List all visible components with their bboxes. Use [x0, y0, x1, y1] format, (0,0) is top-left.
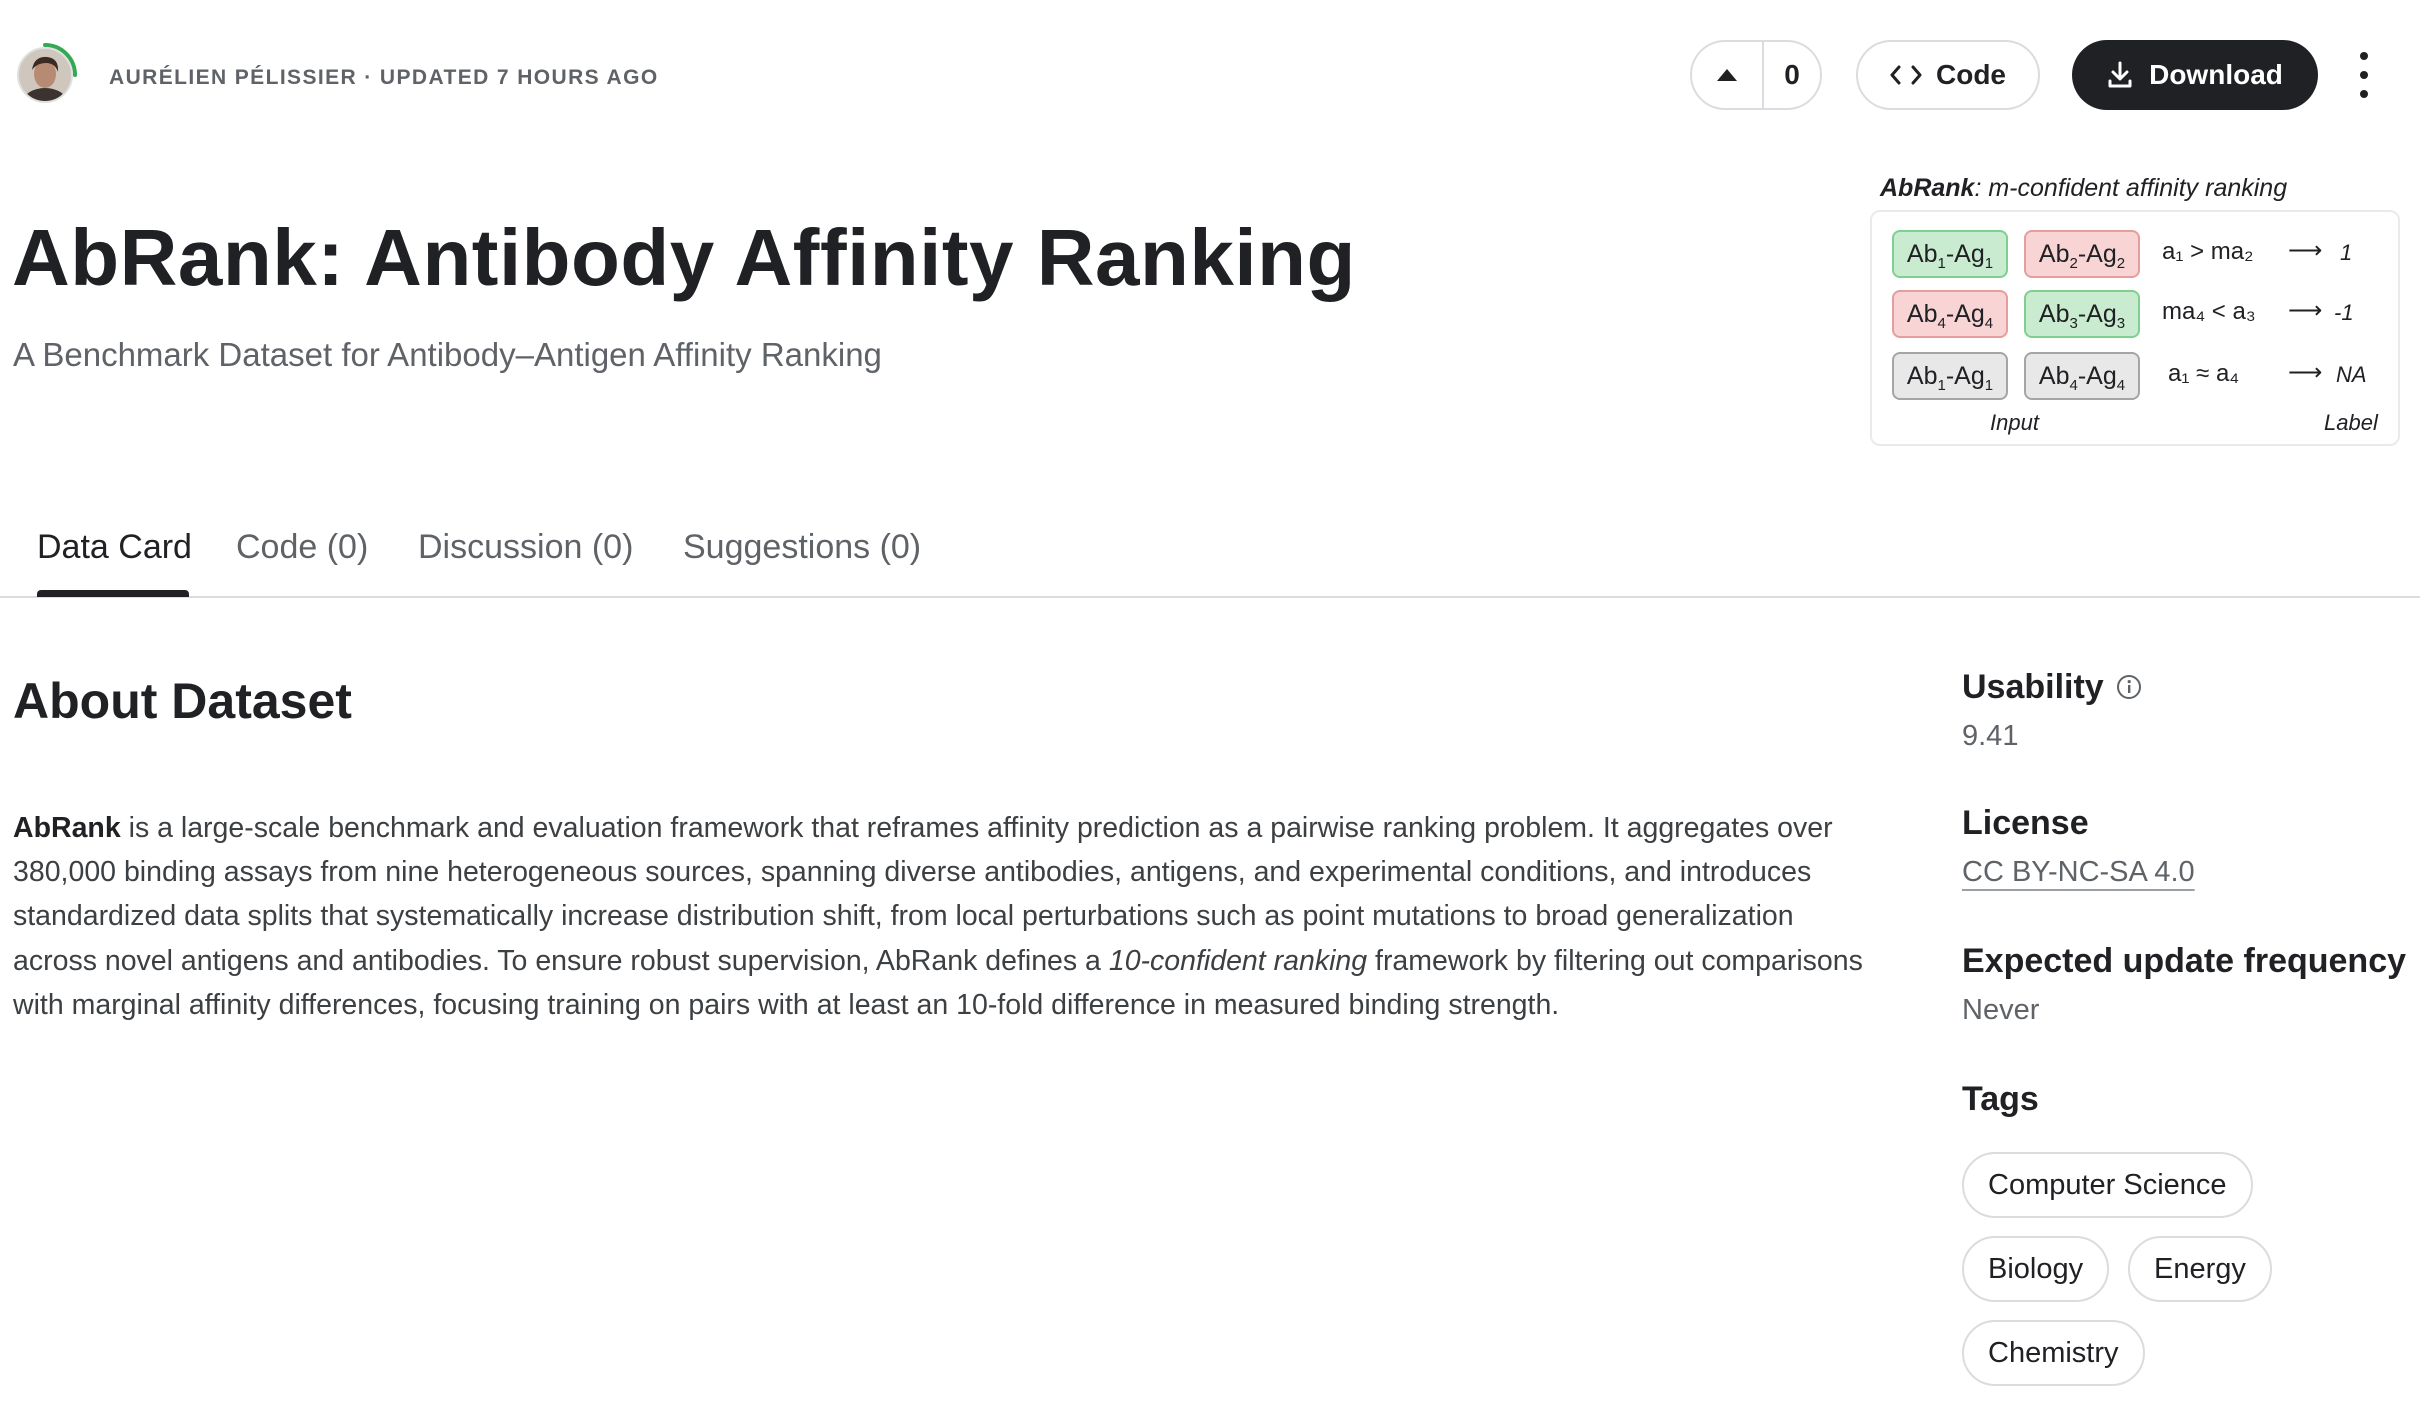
usability-heading: Usability	[1962, 668, 2104, 706]
figure-chip: Ab1-Ag1	[1892, 230, 2008, 278]
figure-caption-rest: : m-confident affinity ranking	[1974, 174, 2288, 202]
tag-chemistry[interactable]: Chemistry	[1962, 1320, 2145, 1386]
dataset-title: AbRank: Antibody Affinity Ranking	[12, 213, 1356, 302]
figure-relation: a₁ > ma₂	[2162, 238, 2254, 265]
code-button[interactable]: Code	[1856, 40, 2040, 110]
figure-row-label: -1	[2334, 300, 2354, 325]
more-options-icon[interactable]	[2348, 52, 2380, 98]
tag-energy[interactable]: Energy	[2128, 1236, 2272, 1302]
figure-chip: Ab2-Ag2	[2024, 230, 2140, 278]
upvote-button[interactable]	[1692, 42, 1764, 108]
active-tab-indicator	[37, 590, 189, 597]
figure-input-label: Input	[1990, 410, 2039, 435]
about-text-italic: 10-confident ranking	[1108, 944, 1368, 977]
about-dataset-name: AbRank	[13, 812, 121, 844]
vote-count: 0	[1784, 59, 1800, 90]
tag-biology[interactable]: Biology	[1962, 1236, 2110, 1302]
info-icon[interactable]	[2116, 674, 2142, 700]
figure-chip: Ab4-Ag4	[2024, 352, 2140, 400]
figure-caption-bold: AbRank	[1880, 174, 1975, 202]
figure-relation: ma₄ < a₃	[2162, 298, 2256, 325]
ranking-figure: Ab1-Ag1 Ab2-Ag2 a₁ > ma₂ ⟶ 1 Ab4-Ag4 Ab3…	[1870, 210, 2400, 446]
figure-label-label: Label	[2324, 410, 2378, 435]
figure-caption: AbRank: m-confident affinity ranking	[1880, 174, 2287, 203]
tab-code[interactable]: Code (0)	[236, 528, 368, 567]
author-update-line[interactable]: AURÉLIEN PÉLISSIER · UPDATED 7 HOURS AGO	[109, 66, 659, 90]
figure-chip: Ab3-Ag3	[2024, 290, 2140, 338]
license-heading: License	[1962, 804, 2089, 842]
download-button[interactable]: Download	[2072, 40, 2318, 110]
usability-score: 9.41	[1962, 720, 2019, 752]
license-link[interactable]: CC BY-NC-SA 4.0	[1962, 856, 2195, 889]
code-button-label: Code	[1936, 59, 2006, 90]
figure-chip: Ab4-Ag4	[1892, 290, 2008, 338]
code-brackets-icon	[1890, 65, 1922, 85]
download-button-label: Download	[2149, 59, 2283, 90]
tag-computer-science[interactable]: Computer Science	[1962, 1152, 2253, 1218]
tab-bar: Data Card Code (0) Discussion (0) Sugges…	[0, 520, 2420, 598]
about-description: AbRank is a large-scale benchmark and ev…	[13, 806, 1883, 1027]
arrow-right-icon: ⟶	[2288, 237, 2323, 264]
caret-up-icon	[1717, 69, 1737, 81]
update-frequency-heading: Expected update frequency	[1962, 942, 2407, 980]
figure-row-label: NA	[2336, 362, 2367, 387]
download-icon	[2108, 61, 2132, 88]
arrow-right-icon: ⟶	[2288, 297, 2323, 324]
dataset-subtitle: A Benchmark Dataset for Antibody–Antigen…	[13, 336, 882, 373]
tab-suggestions[interactable]: Suggestions (0)	[683, 528, 921, 567]
tab-discussion[interactable]: Discussion (0)	[418, 528, 633, 567]
about-heading: About Dataset	[13, 673, 352, 729]
tab-data-card[interactable]: Data Card	[37, 528, 192, 567]
arrow-right-icon: ⟶	[2288, 359, 2323, 386]
figure-relation: a₁ ≈ a₄	[2168, 360, 2240, 387]
upvote-widget: 0	[1690, 40, 1822, 110]
figure-row-label: 1	[2340, 240, 2353, 265]
update-frequency-value: Never	[1962, 994, 2040, 1026]
tags-heading: Tags	[1962, 1080, 2039, 1118]
avatar[interactable]	[16, 46, 74, 104]
figure-chip: Ab1-Ag1	[1892, 352, 2008, 400]
